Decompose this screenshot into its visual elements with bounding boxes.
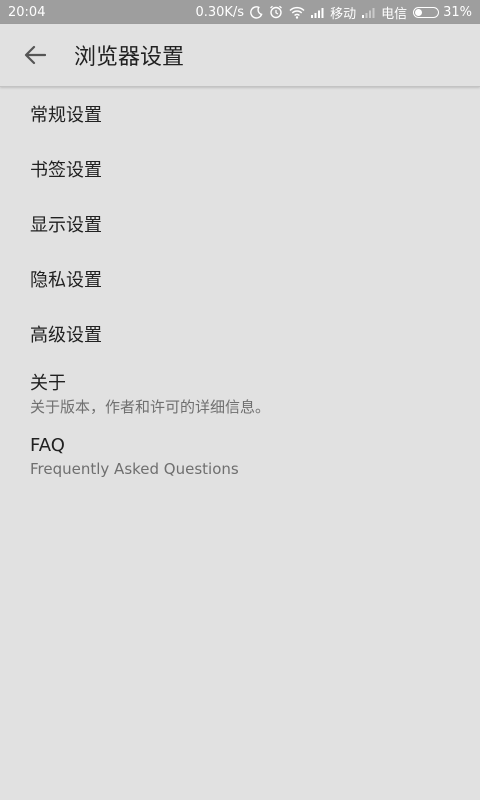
settings-item-faq[interactable]: FAQ Frequently Asked Questions: [0, 425, 480, 487]
back-button[interactable]: [0, 24, 70, 87]
signal-icon-2: [362, 7, 375, 18]
app-bar: 浏览器设置: [0, 24, 480, 87]
settings-list: 常规设置 书签设置 显示设置 隐私设置 高级设置 关于 关于版本，作者和许可的详…: [0, 88, 480, 487]
status-indicators: 0.30K/s 移动 电信 31%: [195, 3, 472, 22]
item-title: 显示设置: [30, 214, 102, 236]
network-speed: 0.30K/s: [195, 4, 245, 20]
item-title: 高级设置: [30, 324, 102, 346]
wifi-icon: [289, 6, 305, 19]
item-title: 隐私设置: [30, 269, 102, 291]
settings-item-advanced[interactable]: 高级设置: [0, 308, 480, 363]
item-subtitle: 关于版本，作者和许可的详细信息。: [30, 397, 271, 416]
battery-fill: [415, 8, 423, 16]
battery-indicator: 31%: [413, 5, 472, 20]
settings-item-display[interactable]: 显示设置: [0, 198, 480, 253]
carrier-2-label: 电信: [381, 6, 408, 22]
status-time: 20:04: [8, 4, 46, 20]
battery-icon: [413, 6, 440, 18]
signal-icon-1: [311, 7, 324, 18]
item-title: FAQ: [30, 434, 65, 456]
arrow-left-icon: [24, 45, 46, 65]
item-title: 关于: [30, 372, 66, 394]
page-title: 浏览器设置: [74, 45, 185, 70]
status-bar: 20:04 0.30K/s 移动 电信 31%: [0, 0, 480, 24]
item-title: 书签设置: [30, 159, 102, 181]
carrier-1-label: 移动: [330, 6, 357, 22]
battery-percent: 31%: [443, 4, 472, 20]
moon-icon: [250, 5, 263, 19]
settings-item-about[interactable]: 关于 关于版本，作者和许可的详细信息。: [0, 363, 480, 425]
item-subtitle: Frequently Asked Questions: [30, 459, 239, 478]
item-title: 常规设置: [30, 104, 102, 126]
settings-item-bookmarks[interactable]: 书签设置: [0, 143, 480, 198]
settings-item-general[interactable]: 常规设置: [0, 88, 480, 143]
alarm-icon: [269, 5, 283, 19]
settings-item-privacy[interactable]: 隐私设置: [0, 253, 480, 308]
